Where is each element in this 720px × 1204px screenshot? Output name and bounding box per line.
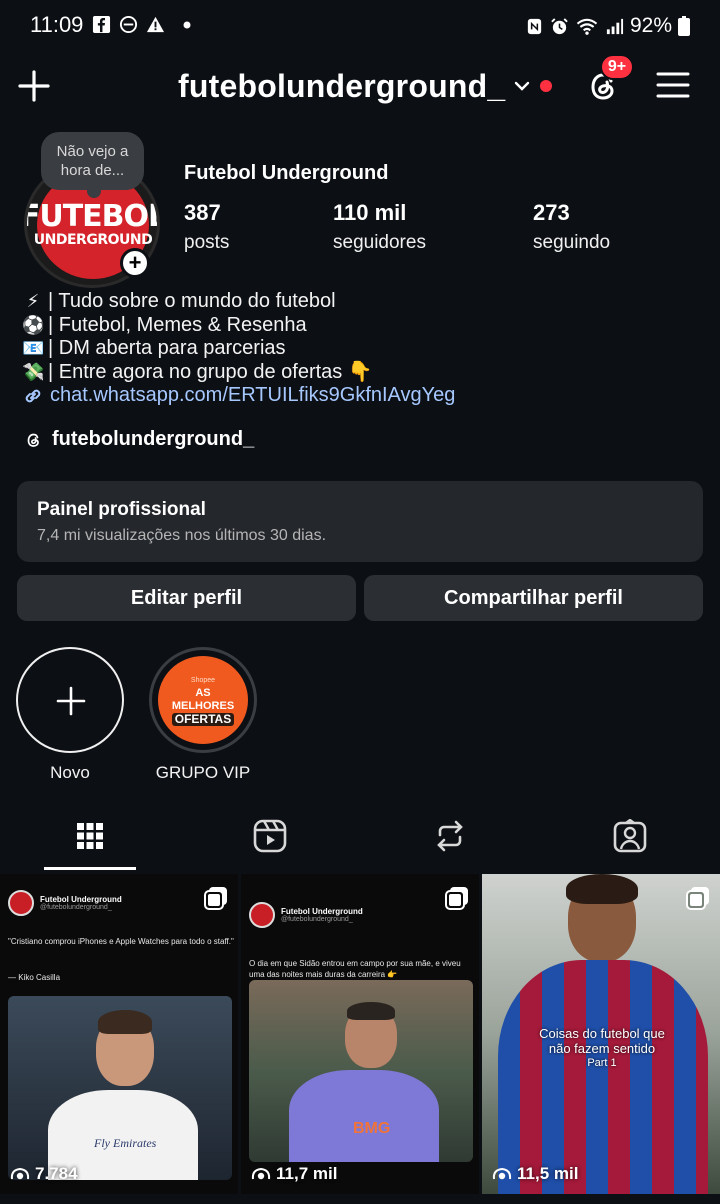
status-time: 11:09 [30,12,84,37]
grid-icon [77,823,103,849]
posts-grid: Futebol Underground @futebolunderground_… [0,874,720,1204]
profile-header: futebolunderground_ 9+ [0,54,720,120]
post-thumbnail[interactable]: Futebol Underground @futebolunderground_… [241,874,479,1194]
post-photo: BMG [249,980,473,1162]
highlight-label: GRUPO VIP [155,763,251,782]
play-views-icon [10,1167,30,1180]
signal-icon [606,18,624,34]
bio-line: 📧 | DM aberta para parcerias [22,337,286,359]
chevron-down-icon[interactable] [512,78,532,94]
tab-grid[interactable] [0,800,180,872]
alarm-icon [551,17,568,34]
do-not-disturb-icon [119,15,138,34]
display-name: Futebol Underground [184,162,389,184]
bio-line: ⚽ | Futebol, Memes & Resenha [22,313,307,336]
post-author-avatar [249,902,275,928]
threads-profile-link[interactable]: futebolunderground_ [24,428,254,451]
pro-panel-subtitle: 7,4 mi visualizações nos últimos 30 dias… [37,527,327,544]
play-views-icon [251,1167,271,1180]
post-photo [498,960,708,1194]
post-photo: Fly Emirates [8,996,232,1180]
plus-icon [56,686,86,716]
highlight-label: Novo [50,763,90,782]
reposts-icon [437,820,463,852]
highlight-grupo-vip[interactable]: Shopee AS MELHORES OFERTAS GRUPO VIP [149,647,257,783]
account-notification-dot [540,80,552,92]
stat-followers[interactable]: 110 mil seguidores [333,200,426,254]
warning-icon [146,16,165,33]
share-profile-button[interactable]: Compartilhar perfil [364,575,703,621]
hamburger-menu-icon[interactable] [656,70,690,100]
reels-icon [253,819,287,853]
active-tab-indicator [44,867,136,870]
bio-link[interactable]: chat.whatsapp.com/ERTUILfiks9GkfnIAvgYeg [22,384,455,408]
post-view-count: 11,7 mil [251,1164,337,1184]
account-username[interactable]: futebolunderground_ [178,68,505,105]
avatar-logo-subtext: UNDERGROUND [33,232,153,248]
add-story-plus-icon[interactable]: + [120,248,150,278]
tagged-icon [613,819,647,853]
link-icon [25,389,41,403]
status-bar: 11:09 92% [0,0,720,52]
post-thumbnail[interactable]: Coisas do futebol que não fazem sentido … [482,874,720,1194]
profile-bio: ⚡ | Tudo sobre o mundo do futebol ⚽ | Fute… [22,290,455,408]
note-text: Não vejo a hora de... [56,143,129,179]
avatar-logo-text: FUTEBOL [24,199,160,234]
battery-icon [678,16,690,36]
wifi-icon [576,18,598,35]
highlight-cover: Shopee AS MELHORES OFERTAS [158,656,248,744]
notification-badge: 9+ [600,54,634,80]
post-author-avatar [8,890,34,916]
bio-line: ⚡ | Tudo sobre o mundo do futebol [26,290,336,312]
tab-tagged[interactable] [540,800,720,872]
nfc-icon [527,18,542,34]
profile-tabs [0,800,720,872]
stat-posts[interactable]: 387 posts [184,200,229,254]
create-plus-icon[interactable] [16,68,52,104]
dot-icon [183,21,191,28]
tab-reposts[interactable] [360,800,540,872]
edit-profile-button[interactable]: Editar perfil [17,575,356,621]
stat-following[interactable]: 273 seguindo [533,200,610,254]
facebook-icon [92,15,111,34]
battery-percent: 92% [629,14,672,37]
carousel-icon [204,887,227,910]
pro-panel-title: Painel profissional [37,499,206,520]
tab-reels[interactable] [180,800,360,872]
profile-note-bubble[interactable]: Não vejo a hora de... [41,132,144,198]
highlight-new[interactable]: Novo [16,647,124,783]
bio-line: 💸 | Entre agora no grupo de ofertas 👇 [22,360,373,383]
post-view-count: 7.784 [10,1164,78,1184]
threads-small-icon [27,433,39,447]
carousel-icon [445,887,468,910]
play-views-icon [492,1167,512,1180]
professional-dashboard[interactable]: Painel profissional 7,4 mi visualizações… [17,481,703,562]
post-view-count: 11,5 mil [492,1164,578,1184]
carousel-icon [686,887,709,910]
post-thumbnail[interactable]: Futebol Underground @futebolunderground_… [0,874,238,1194]
